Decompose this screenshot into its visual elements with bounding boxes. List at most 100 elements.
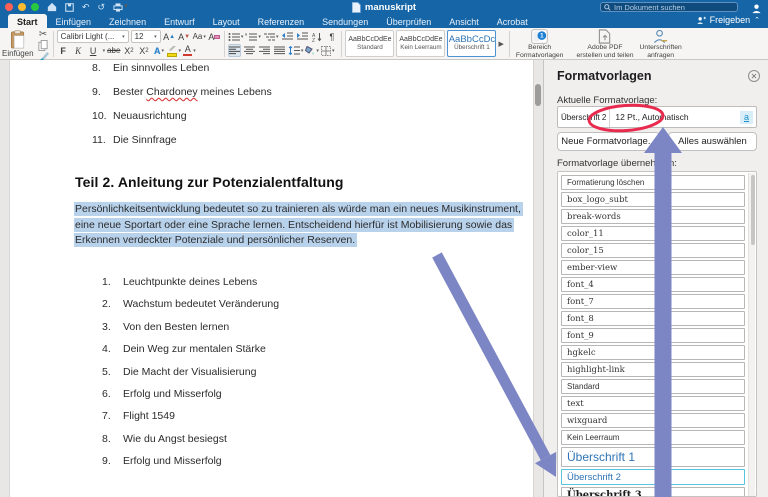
adobe-pdf-button[interactable]: Adobe PDF erstellen und teilen [573,28,636,59]
style-preview-toggle[interactable]: a [740,110,753,124]
share-button[interactable]: Freigeben ⌃ [696,15,760,25]
request-signatures-button[interactable]: Unterschriften anfragen [637,28,685,59]
highlight-color-button[interactable]: ▾ [167,44,181,57]
italic-button[interactable]: K [72,44,85,57]
style-list-item[interactable]: font_9 [561,328,745,343]
font-size-select[interactable]: 12 ▾ [130,30,161,43]
undo-icon[interactable]: ↶ [82,0,90,14]
show-paragraph-marks-button[interactable]: ¶ [325,30,338,43]
line-spacing-button[interactable]: ▾ [288,44,303,57]
style-list-item[interactable]: font_7 [561,294,745,309]
style-list-item[interactable]: hgkelc [561,345,745,360]
gallery-more-icon[interactable]: ▶ [498,40,503,48]
tab-zeichnen[interactable]: Zeichnen [100,14,155,28]
list-text: Leuchtpunkte deines Lebens [123,276,258,288]
style-list-item[interactable]: ember-view [561,260,745,275]
multilevel-list-button[interactable]: ▾ [263,30,278,43]
subscript-button[interactable]: X2 [122,44,135,57]
tab-acrobat[interactable]: Acrobat [488,14,537,28]
list-text-part: meines Lebens [197,86,272,98]
save-icon[interactable] [65,2,74,12]
style-list-item[interactable]: Überschrift 1 [561,447,745,467]
tab-referenzen[interactable]: Referenzen [249,14,314,28]
justify-button[interactable] [273,44,286,57]
print-icon[interactable] [113,2,123,12]
style-list-item[interactable]: Standard [561,379,745,394]
collapse-ribbon-icon[interactable]: ⌃ [754,16,760,24]
borders-button[interactable]: ▾ [320,44,334,57]
select-all-button[interactable]: Alles auswählen [668,132,757,151]
clear-formatting-button[interactable]: A [208,30,221,43]
sort-button[interactable]: AZ [310,30,323,43]
font-color-button[interactable]: A ▾ [183,44,196,57]
copy-button[interactable] [37,39,50,51]
style-list-item[interactable]: Formatierung löschen [561,175,745,190]
superscript-button[interactable]: X2 [137,44,150,57]
numbered-list-icon [245,32,258,40]
align-right-button[interactable] [258,44,271,57]
redo-icon[interactable]: ↺ [98,0,106,14]
adobe-pdf-icon [598,29,612,44]
style-list-item[interactable]: text [561,396,745,411]
shrink-font-button[interactable]: A ▼ [178,30,191,43]
text-effects-button[interactable]: A ▾ [152,44,165,57]
document-title: manuskript [351,2,416,13]
style-list-item[interactable]: color_11 [561,226,745,241]
decrease-indent-button[interactable] [280,30,293,43]
gallery-style-überschrift-1[interactable]: AaBbCcDc Überschrift 1 [447,30,497,57]
list-text: Von den Besten lernen [123,320,230,333]
tab-einfügen[interactable]: Einfügen [47,14,101,28]
style-list-item[interactable]: font_4 [561,277,745,292]
minimize-window-button[interactable] [18,3,26,11]
request-signatures-label2: anfragen [647,51,675,59]
tab-sendungen[interactable]: Sendungen [313,14,377,28]
grow-font-button[interactable]: A ▲ [163,30,176,43]
cut-button[interactable]: ✂ [37,29,50,40]
style-list-item[interactable]: break-words [561,209,745,224]
tab-überprüfen[interactable]: Überprüfen [377,14,440,28]
apply-style-label: Formatvorlage übernehmen: [557,158,677,169]
gallery-style-name: Standard [357,44,383,51]
tab-start[interactable]: Start [8,14,47,28]
style-list-item[interactable]: font_8 [561,311,745,326]
bold-button[interactable]: F [57,44,70,57]
style-list-scroll-thumb[interactable] [750,175,755,245]
document-page[interactable]: 8. Ein sinnvolles Leben 9. Bester Chardoney… [9,60,534,497]
font-name-select[interactable]: Calibri Light (... ▾ [56,30,129,43]
tab-layout[interactable]: Layout [204,14,249,28]
style-list-item[interactable]: color_15 [561,243,745,258]
style-list-item[interactable]: Kein Leerraum [561,430,745,445]
list-number: 1. [102,276,111,288]
list-number: 9. [102,455,111,468]
new-style-button[interactable]: Neue Formatvorlage... [557,132,660,151]
tab-entwurf[interactable]: Entwurf [155,14,204,28]
list-text: Flight 1549 [123,410,175,423]
gallery-style-standard[interactable]: AaBbCcDdEe Standard [345,30,395,57]
align-center-button[interactable] [243,44,256,57]
strikethrough-button[interactable]: abe [107,44,120,57]
home-icon[interactable] [47,2,57,12]
document-scrollbar[interactable] [535,84,541,106]
style-list-item[interactable]: wixguard [561,413,745,428]
paste-button[interactable]: Einfügen [2,29,34,58]
increase-indent-button[interactable] [295,30,308,43]
bullet-list-button[interactable]: ▾ [228,30,243,43]
current-style-field[interactable]: Überschrift 2 12 Pt., Automatisch a [557,106,757,128]
shading-button[interactable]: ▾ [305,44,319,57]
style-list-item[interactable]: box_logo_subt [561,192,745,207]
style-list-item-selected[interactable]: Überschrift 2 [561,469,745,485]
numbered-list-button[interactable]: ▾ [245,30,261,43]
toolbar-options-caret-icon[interactable]: ▾ [124,0,128,14]
underline-button[interactable]: U [87,44,100,57]
change-case-button[interactable]: Aa ▾ [193,30,206,43]
gallery-style-kein-leerraum[interactable]: AaBbCcDdEe Kein Leerraum [396,30,446,57]
style-list-item[interactable]: highlight-link [561,362,745,377]
zoom-window-button[interactable] [31,3,39,11]
search-input[interactable]: Im Dokument suchen [600,2,738,12]
tab-ansicht[interactable]: Ansicht [440,14,488,28]
close-window-button[interactable] [5,3,13,11]
align-left-button[interactable] [227,44,241,57]
close-panel-icon[interactable]: ✕ [748,70,760,82]
styles-pane-button[interactable]: 1 Bereich Formatvorlagen [513,28,567,59]
style-list-item[interactable]: Überschrift 3 [561,487,745,496]
